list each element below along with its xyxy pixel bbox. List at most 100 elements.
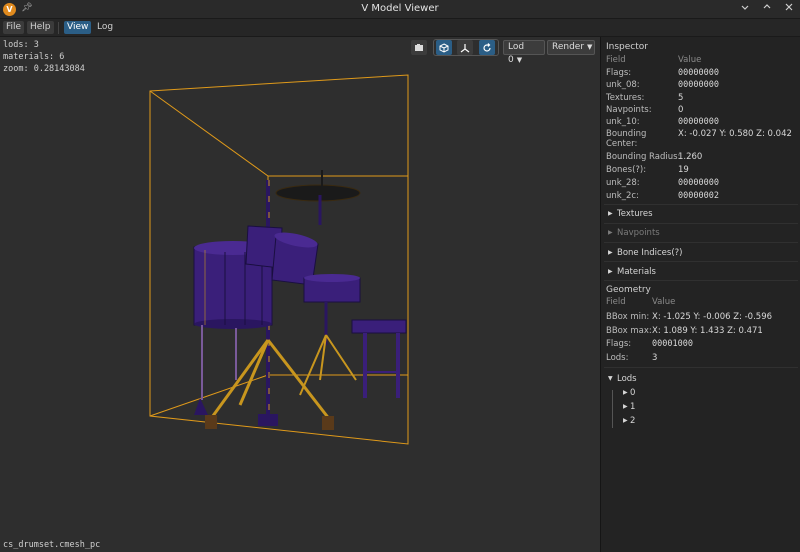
field-row: unk_2c: 00000002 — [606, 191, 796, 203]
field-label: BBox max: — [606, 326, 652, 336]
column-field: Field — [606, 297, 626, 307]
field-value[interactable]: X: 1.089 Y: 1.433 Z: 0.471 — [652, 326, 763, 337]
chevron-right-icon: ▶ — [608, 210, 613, 217]
menu-file[interactable]: File — [3, 21, 25, 34]
inspector-title: Inspector — [606, 42, 648, 52]
field-label: Lods: — [606, 353, 629, 363]
section-label: Materials — [617, 267, 656, 277]
minimize-icon[interactable] — [738, 2, 752, 16]
field-value[interactable]: 00000002 — [678, 191, 719, 202]
3d-viewport[interactable]: lods: 3 materials: 6 zoom: 0.28143084 Lo… — [0, 37, 600, 552]
geometry-title: Geometry — [606, 285, 651, 295]
field-value[interactable]: 00000000 — [678, 117, 719, 128]
field-row: Bones(?): 19 — [606, 165, 796, 177]
field-value[interactable]: 1.260 — [678, 152, 702, 163]
cymbal — [275, 184, 361, 202]
divider — [604, 280, 798, 281]
chevron-right-icon: ▶ — [608, 268, 613, 275]
chevron-down-icon: ▼ — [587, 43, 593, 51]
field-value[interactable]: X: -0.027 Y: 0.580 Z: 0.042 — [678, 129, 792, 140]
geometry-header-row: Field Value — [606, 297, 796, 309]
section-navpoints: ▶ Navpoints — [608, 228, 660, 240]
menu-help[interactable]: Help — [27, 21, 54, 34]
field-value[interactable]: 19 — [678, 165, 689, 176]
window-title: V Model Viewer — [361, 3, 439, 14]
chevron-right-icon: ▶ — [623, 403, 628, 410]
field-label: unk_10: — [606, 117, 640, 127]
column-value: Value — [678, 55, 702, 65]
axes-icon[interactable] — [457, 40, 473, 55]
menu-bar: File Help View Log — [0, 19, 800, 37]
section-materials[interactable]: ▶ Materials — [608, 267, 656, 279]
field-value[interactable]: 0 — [678, 105, 683, 116]
field-value[interactable]: 00001000 — [652, 339, 693, 350]
field-label: unk_2c: — [606, 191, 639, 201]
field-row: Textures: 5 — [606, 93, 796, 105]
tree-item-lod-2[interactable]: ▶ 2 — [623, 416, 635, 428]
field-label: Flags: — [606, 68, 632, 78]
field-value[interactable]: 00000000 — [678, 80, 719, 91]
tree-item-label: 0 — [630, 388, 636, 398]
field-label: Bones(?): — [606, 165, 647, 175]
geometry-lods-row: Lods: 3 — [606, 353, 796, 365]
section-bone-indices[interactable]: ▶ Bone Indices(?) — [608, 248, 682, 260]
section-label: Bone Indices(?) — [617, 248, 683, 258]
field-label: Flags: — [606, 339, 632, 349]
chevron-right-icon: ▶ — [623, 389, 628, 396]
field-row: Bounding Center: X: -0.027 Y: 0.580 Z: 0… — [606, 129, 796, 151]
field-row: unk_08: 00000000 — [606, 80, 796, 92]
field-value[interactable]: 3 — [652, 353, 657, 364]
field-row: Flags: 00000000 — [606, 68, 796, 80]
stat-zoom: zoom: 0.28143084 — [3, 64, 85, 74]
field-label: Navpoints: — [606, 105, 652, 115]
model-render[interactable] — [0, 37, 600, 552]
column-field: Field — [606, 55, 626, 65]
divider — [604, 367, 798, 368]
chevron-right-icon: ▶ — [623, 417, 628, 424]
inspector-panel: Inspector Field Value Flags: 00000000 un… — [600, 37, 800, 552]
section-label: Textures — [617, 209, 653, 219]
field-label: Textures: — [606, 93, 645, 103]
chevron-down-icon: ▼ — [608, 375, 613, 382]
section-textures[interactable]: ▶ Textures — [608, 209, 653, 221]
render-select[interactable]: Render ▼ — [547, 40, 595, 55]
column-value: Value — [652, 297, 676, 307]
tab-log[interactable]: Log — [94, 21, 116, 34]
field-label: unk_08: — [606, 80, 640, 90]
geometry-flags-row: Flags: 00001000 — [606, 339, 796, 351]
tree-guide — [612, 390, 613, 428]
reset-view-icon[interactable] — [479, 40, 495, 55]
field-label: Bounding — [606, 129, 647, 139]
field-row: Bounding Radius: 1.260 — [606, 152, 796, 164]
field-value[interactable]: 00000000 — [678, 178, 719, 189]
screenshot-icon[interactable] — [411, 40, 427, 55]
field-label: BBox min: — [606, 312, 650, 322]
field-value[interactable]: 5 — [678, 93, 683, 104]
field-label: Bounding Radius: — [606, 152, 681, 162]
tree-item-lod-1[interactable]: ▶ 1 — [623, 402, 635, 414]
snare-drum — [303, 274, 361, 303]
tree-item-label: 2 — [630, 416, 636, 426]
divider — [604, 223, 798, 224]
field-label: unk_28: — [606, 178, 640, 188]
viewport-toolbar: Lod 0 ▼ Render ▼ — [0, 39, 600, 65]
divider — [604, 204, 798, 205]
loaded-filename: cs_drumset.cmesh_pc — [3, 540, 101, 550]
field-value[interactable]: X: -1.025 Y: -0.006 Z: -0.596 — [652, 312, 772, 323]
tab-view[interactable]: View — [64, 21, 92, 34]
chevron-down-icon: ▼ — [516, 56, 523, 64]
geometry-bbox-max-row: BBox max: X: 1.089 Y: 1.433 Z: 0.471 — [606, 326, 796, 338]
menu-separator — [58, 22, 59, 34]
lod-select[interactable]: Lod 0 ▼ — [503, 40, 545, 65]
divider — [604, 242, 798, 243]
tree-lods[interactable]: ▼ Lods — [608, 374, 637, 386]
field-value[interactable]: 00000000 — [678, 68, 719, 79]
maximize-icon[interactable] — [760, 2, 774, 16]
field-row: Navpoints: 0 — [606, 105, 796, 117]
field-label: Center: — [606, 139, 638, 149]
render-select-value: Render — [552, 42, 585, 52]
tree-item-lod-0[interactable]: ▶ 0 — [623, 388, 635, 400]
cube-icon[interactable] — [436, 40, 452, 55]
title-bar: V 📌︎ V Model Viewer — [0, 0, 800, 19]
close-icon[interactable] — [782, 2, 796, 16]
